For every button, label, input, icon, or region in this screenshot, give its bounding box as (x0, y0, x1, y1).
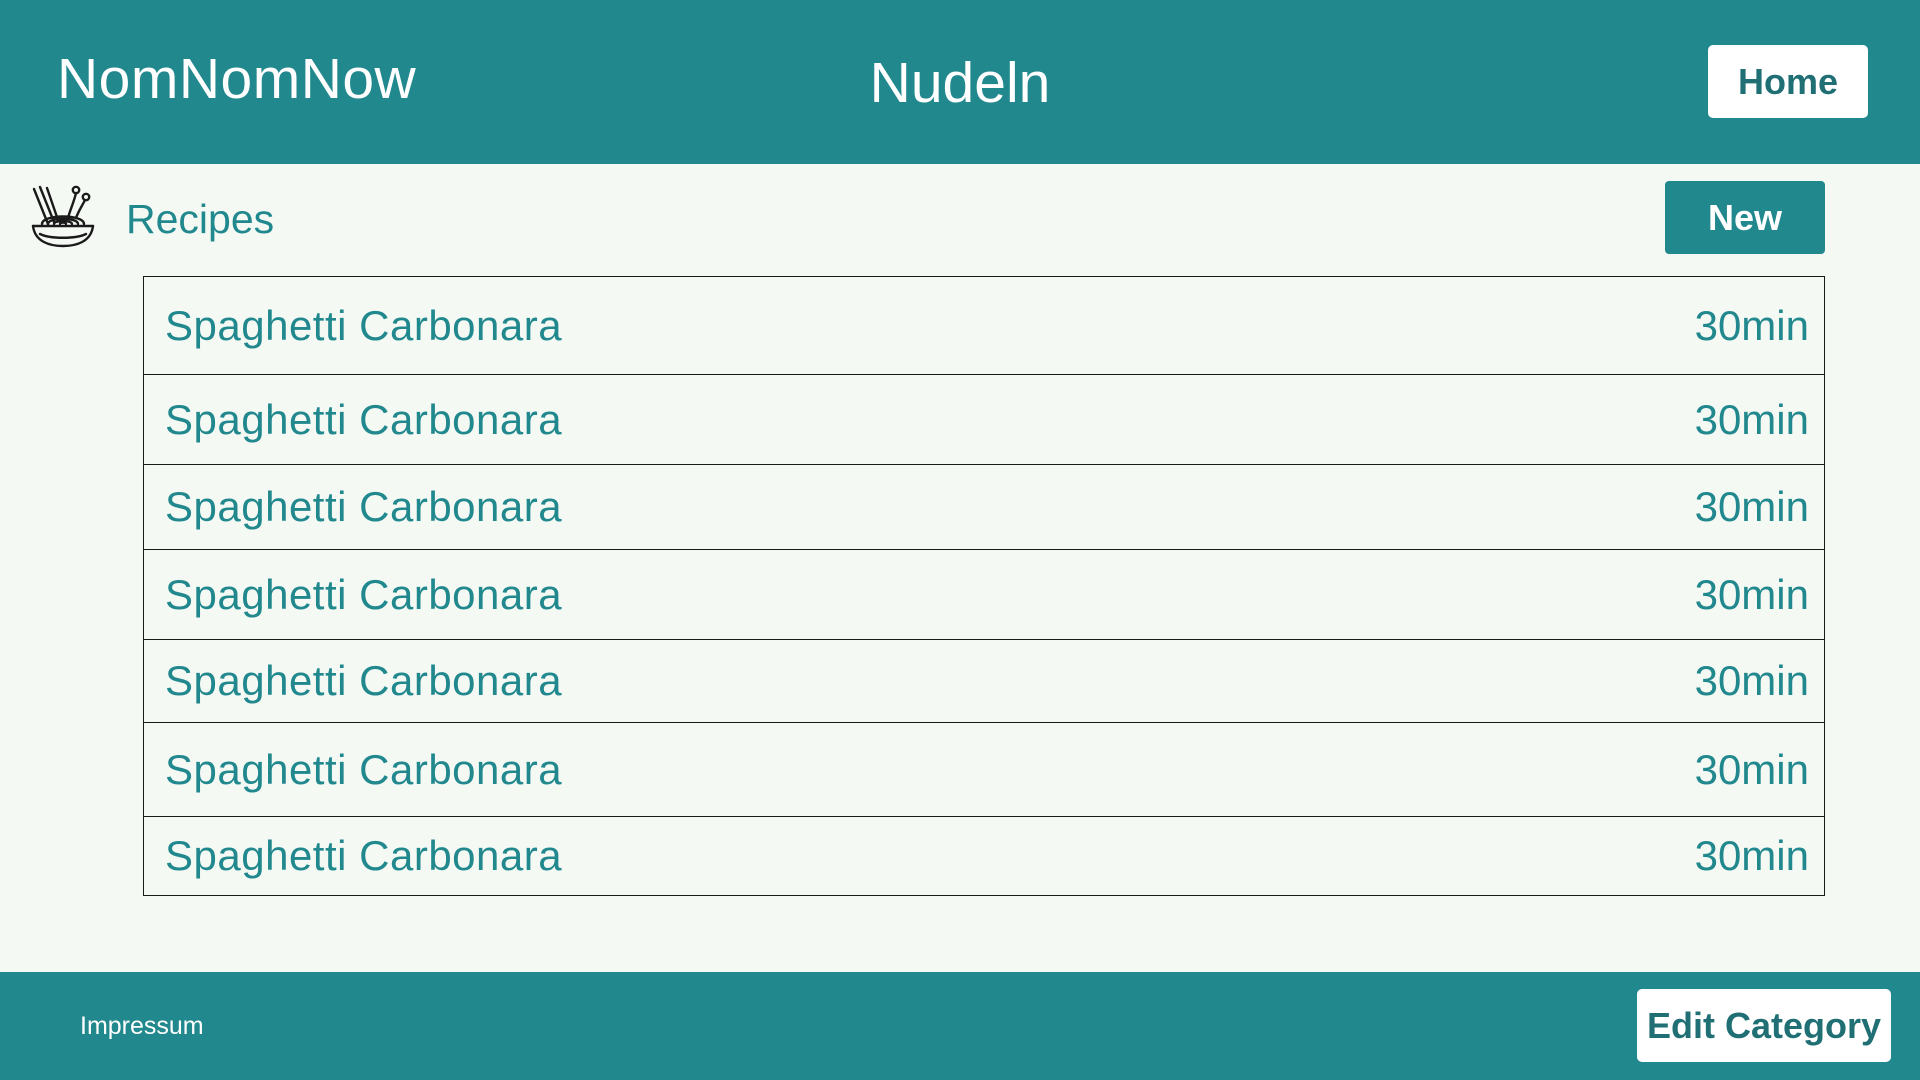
recipe-name: Spaghetti Carbonara (165, 657, 563, 704)
recipe-name: Spaghetti Carbonara (165, 301, 563, 349)
recipe-time: 30min (1694, 745, 1809, 793)
recipe-row[interactable]: Spaghetti Carbonara 30min (144, 817, 1824, 895)
recipe-name: Spaghetti Carbonara (165, 745, 563, 793)
app-footer: Impressum Edit Category (0, 972, 1920, 1080)
home-button[interactable]: Home (1708, 45, 1868, 118)
noodle-bowl-icon (31, 185, 95, 248)
recipe-name: Spaghetti Carbonara (165, 570, 563, 618)
recipe-name: Spaghetti Carbonara (165, 395, 563, 443)
recipe-row[interactable]: Spaghetti Carbonara 30min (144, 375, 1824, 465)
recipe-row[interactable]: Spaghetti Carbonara 30min (144, 465, 1824, 550)
edit-category-button[interactable]: Edit Category (1637, 989, 1891, 1062)
new-recipe-button[interactable]: New (1665, 181, 1825, 254)
recipe-name: Spaghetti Carbonara (165, 483, 563, 530)
recipe-row[interactable]: Spaghetti Carbonara 30min (144, 723, 1824, 817)
app-header: NomNomNow Nudeln Home (0, 0, 1920, 164)
recipe-time: 30min (1694, 657, 1809, 704)
recipe-name: Spaghetti Carbonara (165, 832, 563, 879)
recipe-time: 30min (1694, 570, 1809, 618)
page-title: Nudeln (869, 51, 1051, 115)
recipe-row[interactable]: Spaghetti Carbonara 30min (144, 640, 1824, 723)
recipe-row[interactable]: Spaghetti Carbonara 30min (144, 277, 1824, 375)
recipe-row[interactable]: Spaghetti Carbonara 30min (144, 550, 1824, 640)
recipe-time: 30min (1694, 483, 1809, 530)
impressum-link[interactable]: Impressum (80, 1012, 204, 1041)
recipes-toolbar: Recipes New (0, 164, 1920, 276)
recipe-time: 30min (1694, 395, 1809, 443)
recipe-time: 30min (1694, 301, 1809, 349)
recipes-heading: Recipes (126, 196, 275, 242)
recipe-list: Spaghetti Carbonara 30min Spaghetti Carb… (143, 276, 1825, 896)
recipe-time: 30min (1694, 832, 1809, 879)
